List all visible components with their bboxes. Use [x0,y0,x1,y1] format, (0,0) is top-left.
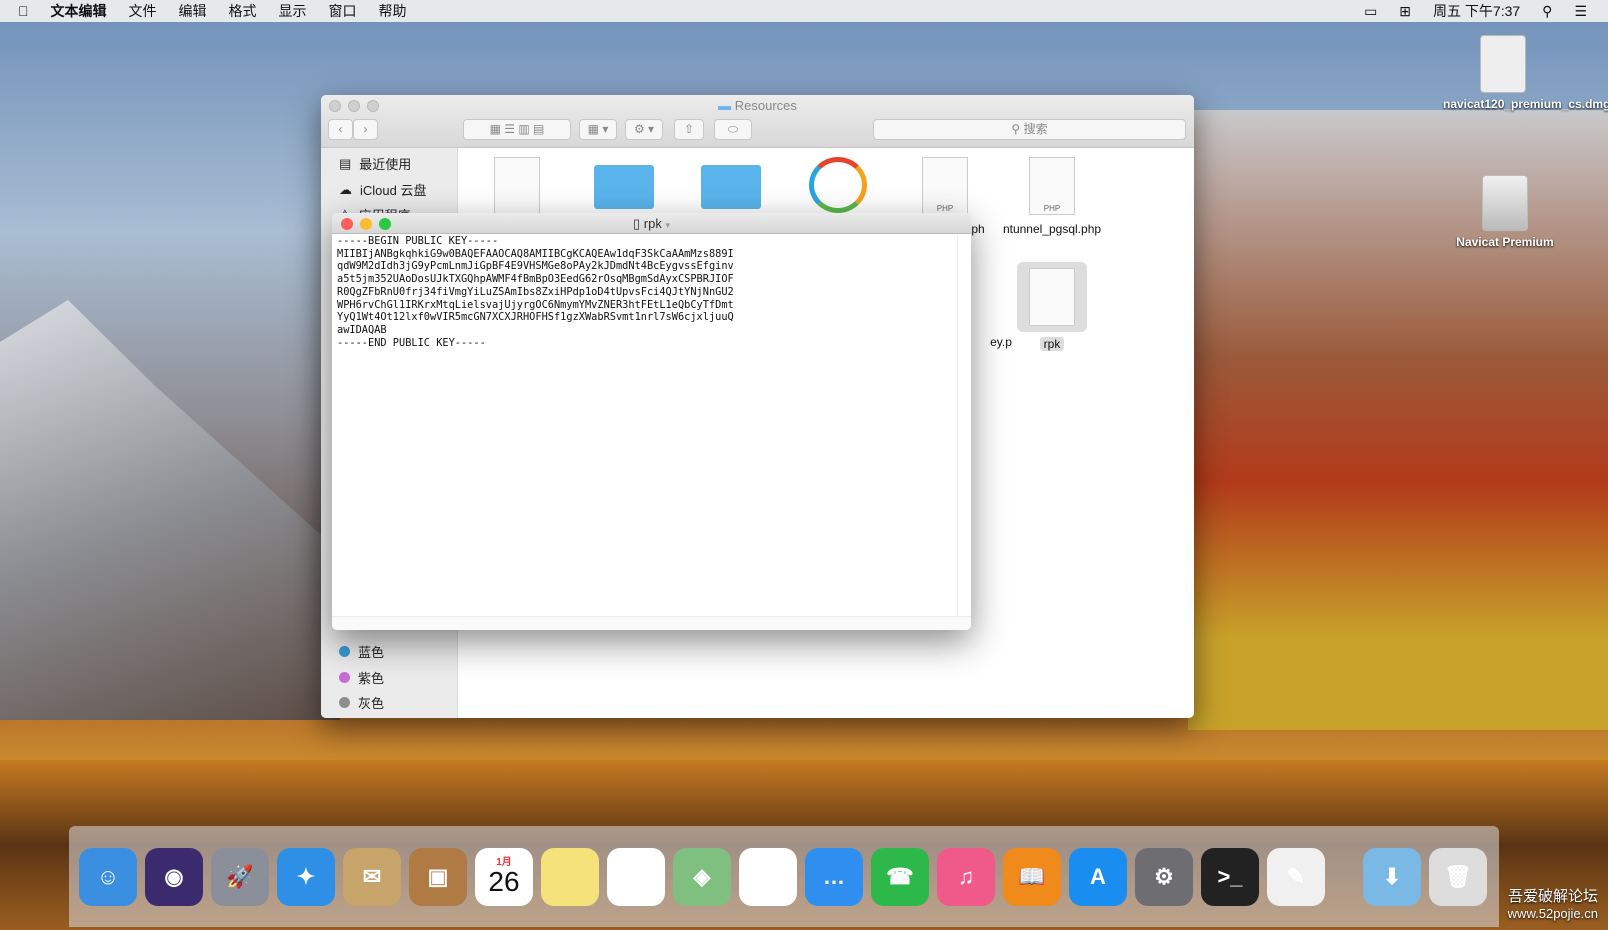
dock-calendar-icon[interactable]: 1月 26 [475,847,533,906]
wallpaper-mountain [0,300,340,720]
sidebar-tag-purple[interactable]: 紫色 [339,668,384,687]
chevron-down-icon[interactable]: ▾ [665,220,670,230]
dock-facetime-icon[interactable]: ☎ [871,847,929,906]
folder-icon [701,165,761,209]
php-file-icon: PHP [922,157,968,215]
desktop-icon-dmg[interactable]: navicat120_premium_cs.dmg [1443,35,1608,111]
app-item[interactable] [788,157,888,213]
finder-title: Resources [734,98,797,113]
scrollbar[interactable] [957,235,971,616]
spotlight-icon[interactable]: ⚲ [1542,3,1552,20]
watermark-url: www.52pojie.cn [1507,906,1598,921]
dock-launchpad-icon[interactable]: 🚀 [211,847,269,906]
navicat-logo-icon [809,157,867,213]
dock-photos-icon[interactable]: ✿ [739,847,797,906]
dock-itunes-icon[interactable]: ♫ [937,847,995,906]
drive-icon [1482,175,1528,231]
notification-center-icon[interactable]: ☰ [1574,3,1587,20]
dock-messages-icon[interactable]: … [805,847,863,906]
sidebar-tag-blue[interactable]: 蓝色 [339,642,384,661]
menu-edit[interactable]: 编辑 [179,1,207,21]
dock-contacts-icon[interactable]: ▣ [409,847,467,906]
watermark: 吾爱破解论坛 www.52pojie.cn [1508,885,1598,921]
arrange-button[interactable]: ▦ ▾ [579,119,617,140]
php-file-icon: PHP [1029,157,1075,215]
document-icon: ▯ [633,216,641,231]
apple-icon[interactable]:  [18,3,29,19]
document-title[interactable]: rpk [644,216,662,231]
sidebar-item-icloud[interactable]: ☁ iCloud 云盘 [339,180,426,199]
menu-file[interactable]: 文件 [129,1,157,21]
calendar-day: 26 [488,865,520,897]
text-area[interactable]: -----BEGIN PUBLIC KEY----- MIIBIjANBgkqh… [337,235,956,349]
dock-textedit-icon[interactable]: ✎ [1267,847,1325,906]
sidebar-label: iCloud 云盘 [360,183,427,198]
search-input[interactable]: ⚲ 搜索 [873,119,1186,140]
share-button[interactable]: ⇧ [674,119,704,140]
tag-label: 紫色 [358,671,385,686]
textedit-titlebar: ▯ rpk ▾ [332,213,971,234]
dock-maps-icon[interactable]: ◈ [673,847,731,906]
horizontal-scrollbar[interactable] [332,616,971,630]
tag-dot-icon [339,646,350,657]
php-file-item[interactable]: PHP ntunnel_pgsql.php [1002,157,1102,236]
view-mode-segment[interactable]: ▦ ☰ ▥ ▤ [463,119,571,140]
document-icon [494,157,540,215]
file-item[interactable] [467,157,567,215]
file-label: ntunnel_pgsql.php [1002,222,1102,236]
clock[interactable]: 周五 下午7:37 [1433,1,1520,21]
folder-icon [594,165,654,209]
dock-app-store-icon[interactable]: A [1069,847,1127,906]
tag-dot-icon [339,672,350,683]
finder-titlebar: ▬ Resources ‹ › ▦ ☰ ▥ ▤ ▦ ▾ ⚙ ▾ ⇧ ⬭ ⚲ 搜索 [321,95,1194,148]
sidebar-item-recents[interactable]: ▤ 最近使用 [339,154,411,173]
menu-view[interactable]: 显示 [279,1,307,21]
desktop-icon-label: navicat120_premium_cs.dmg [1443,97,1608,111]
cloud-icon: ☁ [339,181,352,197]
dock-finder-icon[interactable]: ☺ [79,847,137,906]
dock: ☺ ◉ 🚀 ✦ ✉ ▣ 1月 26 ☰ ◈ ✿… ☎ ♫ 📖 A ⚙ >_ ✎ ⬇ 🗑 [69,826,1499,927]
search-icon: ⚲ [1011,122,1021,136]
dock-notes-icon[interactable] [541,847,599,906]
disk-image-icon [1480,35,1526,93]
sidebar-label: 最近使用 [359,157,412,172]
dock-reminders-icon[interactable]: ☰ [607,847,665,906]
desktop-icon-label: Navicat Premium [1456,235,1554,249]
action-gear-button[interactable]: ⚙ ▾ [625,119,663,140]
sidebar-tag-gray[interactable]: 灰色 [339,693,384,712]
menu-bar:  文本编辑 文件 编辑 格式 显示 窗口 帮助 ▭ ⊞ 周五 下午7:37 ⚲… [0,0,1608,22]
folder-item[interactable] [681,165,781,209]
input-method-icon[interactable]: ⊞ [1399,3,1411,20]
dock-ibooks-icon[interactable]: 📖 [1003,847,1061,906]
back-button[interactable]: ‹ [328,119,353,140]
dock-terminal-icon[interactable]: >_ [1201,847,1259,906]
menu-format[interactable]: 格式 [229,1,257,21]
dock-safari-icon[interactable]: ✦ [277,847,335,906]
tags-button[interactable]: ⬭ [714,119,752,140]
folder-icon: ▬ [718,98,732,113]
dock-siri-icon[interactable]: ◉ [145,847,203,906]
folder-item[interactable] [574,165,674,209]
search-placeholder: 搜索 [1023,122,1048,136]
menu-help[interactable]: 帮助 [379,1,407,21]
tag-label: 灰色 [358,696,385,711]
document-icon [1029,268,1075,326]
file-item-rpk[interactable]: rpk [1002,262,1102,351]
airplay-icon[interactable]: ▭ [1364,3,1377,20]
watermark-text: 吾爱破解论坛 [1507,888,1598,905]
forward-button[interactable]: › [353,119,378,140]
dock-system-preferences-icon[interactable]: ⚙ [1135,847,1193,906]
dock-mail-icon[interactable]: ✉ [343,847,401,906]
menu-window[interactable]: 窗口 [329,1,357,21]
menu-app[interactable]: 文本编辑 [51,1,107,21]
tag-dot-icon [339,697,350,708]
recents-icon: ▤ [339,155,352,171]
dock-trash-icon[interactable]: 🗑 [1429,847,1487,906]
desktop-icon-volume[interactable]: Navicat Premium [1445,175,1565,249]
textedit-window: ▯ rpk ▾ -----BEGIN PUBLIC KEY----- MIIBI… [332,213,971,630]
file-label: rpk [1039,337,1065,351]
tag-label: 蓝色 [358,645,385,660]
dock-downloads-icon[interactable]: ⬇ [1363,847,1421,906]
